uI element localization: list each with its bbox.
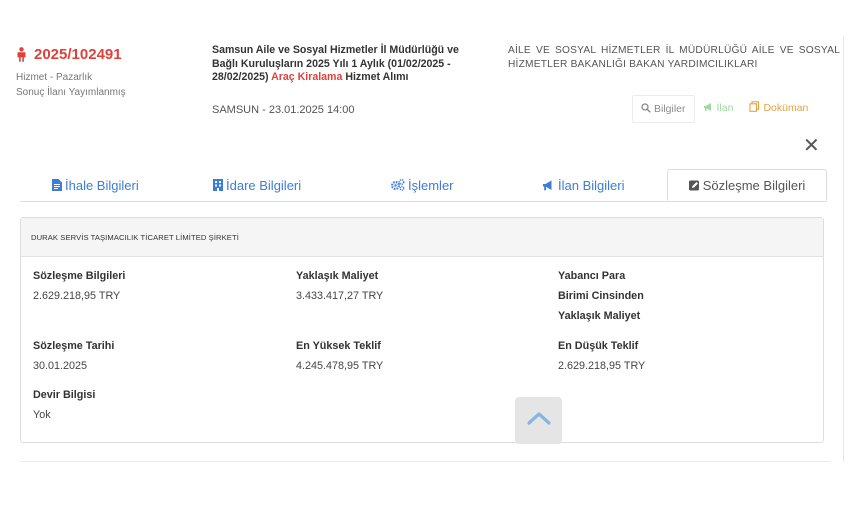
- en-yuksek-teklif-label: En Yüksek Teklif: [296, 340, 381, 352]
- megaphone-icon: [542, 180, 555, 191]
- devir-bilgisi-label: Devir Bilgisi: [33, 389, 96, 401]
- tab-label: Sözleşme Bilgileri: [702, 177, 806, 193]
- tender-id-text: 2025/102491: [34, 46, 122, 63]
- tab-islemler[interactable]: İşlemler: [391, 169, 454, 201]
- edit-icon: [688, 180, 700, 191]
- en-dusuk-teklif-value: 2.629.218,95 TRY: [558, 360, 646, 372]
- yabanci-para-label-1: Yabancı Para: [558, 270, 626, 282]
- tab-sozlesme-bilgileri[interactable]: Sözleşme Bilgileri: [667, 169, 827, 201]
- chevron-up-icon: [526, 411, 551, 430]
- search-icon: [641, 102, 651, 116]
- person-icon: [16, 47, 27, 62]
- documents-icon: [749, 101, 760, 115]
- agency-name: AİLE VE SOSYAL HİZMETLER İL MÜDÜRLÜĞÜ Aİ…: [508, 45, 840, 70]
- contract-panel: DURAK SERVİS TAŞIMACILIK TİCARET LİMİTED…: [20, 217, 824, 443]
- bilgiler-label: Bilgiler: [654, 103, 686, 115]
- building-icon: [213, 179, 223, 191]
- right-divider: [843, 36, 844, 462]
- sozlesme-bilgileri-value: 2.629.218,95 TRY: [33, 290, 121, 302]
- sozlesme-tarihi-value: 30.01.2025: [33, 360, 88, 372]
- tab-ilan-bilgileri[interactable]: İlan Bilgileri: [542, 169, 624, 201]
- yabanci-para-label-2: Birimi Cinsinden: [558, 290, 644, 302]
- yaklasik-maliyet-value: 3.433.417,27 TRY: [296, 290, 384, 302]
- title-part-2: Hizmet Alımı: [342, 71, 409, 83]
- document-icon: [52, 179, 62, 191]
- tab-idare-bilgileri[interactable]: İdare Bilgileri: [213, 169, 301, 201]
- ilan-label: İlan: [716, 102, 734, 114]
- close-icon[interactable]: ✕: [803, 136, 820, 156]
- tender-meta: Hizmet - Pazarlık Sonuç İlanı Yayımlanmı…: [16, 70, 126, 100]
- tab-label: İşlemler: [408, 177, 454, 193]
- sozlesme-tarihi-label: Sözleşme Tarihi: [33, 340, 115, 352]
- action-bar: Bilgiler İlan Doküman: [632, 95, 816, 123]
- tab-label: İdare Bilgileri: [226, 177, 302, 193]
- tab-ihale-bilgileri[interactable]: İhale Bilgileri: [52, 169, 139, 201]
- en-yuksek-teklif-value: 4.245.478,95 TRY: [296, 360, 384, 372]
- bottom-divider: [20, 461, 830, 462]
- bilgiler-button[interactable]: Bilgiler: [632, 95, 695, 123]
- city-date: SAMSUN - 23.01.2025 14:00: [212, 104, 355, 116]
- dokuman-label: Doküman: [763, 102, 809, 114]
- devir-bilgisi-value: Yok: [33, 409, 51, 421]
- tab-label: İhale Bilgileri: [65, 177, 139, 193]
- title-highlight: Araç Kiralama: [271, 71, 343, 83]
- dokuman-button[interactable]: Doküman: [741, 95, 816, 121]
- tab-label: İlan Bilgileri: [558, 177, 625, 193]
- tender-id[interactable]: 2025/102491: [16, 46, 122, 63]
- tender-status: Sonuç İlanı Yayımlanmış: [16, 87, 126, 98]
- ilan-button[interactable]: İlan: [695, 95, 742, 121]
- megaphone-icon: [703, 102, 714, 115]
- scroll-top-button[interactable]: [515, 397, 562, 444]
- tender-title: Samsun Aile ve Sosyal Hizmetler İl Müdür…: [212, 44, 484, 85]
- company-name: DURAK SERVİS TAŞIMACILIK TİCARET LİMİTED…: [21, 218, 823, 257]
- yabanci-para-label-3: Yaklaşık Maliyet: [558, 310, 641, 322]
- yaklasik-maliyet-label: Yaklaşık Maliyet: [296, 270, 379, 282]
- tender-type: Hizmet - Pazarlık: [16, 72, 93, 83]
- en-dusuk-teklif-label: En Düşük Teklif: [558, 340, 639, 352]
- sozlesme-bilgileri-label: Sözleşme Bilgileri: [33, 270, 126, 282]
- gears-icon: [391, 179, 405, 191]
- tab-bar: İhale Bilgileri İdare Bilgileri İşlemler…: [20, 169, 827, 202]
